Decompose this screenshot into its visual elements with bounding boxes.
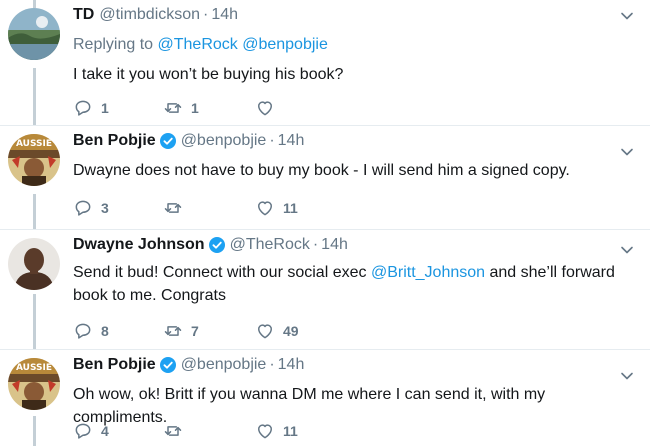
- like-button[interactable]: 11: [255, 197, 298, 219]
- like-button[interactable]: 11: [255, 420, 298, 442]
- heart-icon: [255, 321, 275, 341]
- mention-link[interactable]: @TheRock: [158, 36, 238, 53]
- svg-text:AUSSIE: AUSSIE: [16, 139, 52, 149]
- separator-dot: ·: [269, 356, 275, 373]
- reply-button[interactable]: 1: [73, 97, 109, 119]
- user-handle[interactable]: @timbdickson: [99, 6, 200, 24]
- display-name[interactable]: Dwayne Johnson: [73, 236, 205, 254]
- reply-icon: [73, 98, 93, 118]
- heart-icon: [255, 421, 275, 441]
- reply-icon: [73, 321, 93, 341]
- reply-button[interactable]: 8: [73, 320, 109, 342]
- retweet-button[interactable]: [163, 197, 191, 219]
- retweet-icon: [163, 321, 183, 341]
- verified-badge-icon: [159, 357, 176, 373]
- retweet-icon: [163, 198, 183, 218]
- timestamp[interactable]: 14h: [278, 132, 305, 150]
- conversation-thread: TD @timbdickson · 14h Replying to @TheRo…: [0, 0, 650, 446]
- separator-dot: ·: [203, 6, 209, 23]
- retweet-button[interactable]: 7: [163, 320, 199, 342]
- reply-icon: [73, 198, 93, 218]
- tweet-text-line: Dwayne does not have to buy my book - I …: [73, 162, 570, 179]
- retweet-icon: [163, 421, 183, 441]
- avatar[interactable]: [8, 8, 60, 60]
- tweet-text-line: Oh wow, ok! Britt if you wanna DM me whe…: [73, 386, 546, 426]
- reply-count: 4: [101, 423, 109, 439]
- like-button[interactable]: [255, 97, 283, 119]
- retweet-count: 7: [191, 323, 199, 339]
- avatar[interactable]: AUSSIE: [8, 358, 60, 410]
- reply-button[interactable]: 3: [73, 197, 109, 219]
- display-name[interactable]: TD: [73, 6, 94, 24]
- avatar[interactable]: [8, 238, 60, 290]
- tweet-text-segment: Send it bud! Connect with our social exe…: [73, 264, 371, 281]
- reply-button[interactable]: 4: [73, 420, 109, 442]
- reply-count: 3: [101, 200, 109, 216]
- tweet[interactable]: AUSSIE Ben Pobjie @benpobjie · 14h Dwayn…: [0, 126, 650, 230]
- chevron-down-icon[interactable]: [620, 9, 634, 23]
- tweet-text-segment: and she’ll forward: [485, 264, 615, 281]
- chevron-down-icon[interactable]: [620, 243, 634, 257]
- heart-icon: [255, 198, 275, 218]
- chevron-down-icon[interactable]: [620, 369, 634, 383]
- mention-link[interactable]: @Britt_Johnson: [371, 264, 485, 281]
- reply-icon: [73, 421, 93, 441]
- like-count: 11: [283, 423, 298, 439]
- mention-link[interactable]: @benpobjie: [242, 36, 328, 53]
- display-name[interactable]: Ben Pobjie: [73, 356, 156, 374]
- tweet-text-line: I take it you won’t be buying his book?: [73, 66, 344, 83]
- tweet-text: I take it you won’t be buying his book?: [73, 63, 633, 86]
- display-name[interactable]: Ben Pobjie: [73, 132, 156, 150]
- separator-dot: ·: [312, 236, 319, 253]
- user-handle[interactable]: @TheRock: [230, 236, 310, 254]
- svg-text:AUSSIE: AUSSIE: [16, 363, 52, 373]
- verified-badge-icon: [159, 133, 176, 149]
- like-count: 11: [283, 200, 298, 216]
- like-count: 49: [283, 323, 299, 339]
- tweet-text: Dwayne does not have to buy my book - I …: [73, 159, 633, 182]
- retweet-icon: [163, 98, 183, 118]
- retweet-button[interactable]: [163, 420, 191, 442]
- timestamp[interactable]: 14h: [211, 6, 238, 24]
- avatar[interactable]: AUSSIE: [8, 134, 60, 186]
- like-button[interactable]: 49: [255, 320, 299, 342]
- chevron-down-icon[interactable]: [620, 145, 634, 159]
- timestamp[interactable]: 14h: [321, 236, 348, 254]
- tweet-text-line: Send it bud! Connect with our social exe…: [73, 261, 633, 284]
- tweet-text-line: book to me. Congrats: [73, 287, 226, 304]
- user-handle[interactable]: @benpobjie: [181, 132, 267, 150]
- retweet-count: 1: [191, 100, 199, 116]
- replying-label: Replying to: [73, 36, 154, 53]
- replying-to: Replying to @TheRock @benpobjie: [73, 36, 328, 54]
- reply-count: 1: [101, 100, 109, 116]
- verified-badge-icon: [208, 237, 225, 253]
- tweet[interactable]: TD @timbdickson · 14h Replying to @TheRo…: [0, 0, 650, 126]
- tweet[interactable]: Dwayne Johnson @TheRock · 14h Send it bu…: [0, 230, 650, 350]
- tweet-text: Oh wow, ok! Britt if you wanna DM me whe…: [73, 383, 633, 429]
- retweet-button[interactable]: 1: [163, 97, 199, 119]
- reply-count: 8: [101, 323, 109, 339]
- tweet[interactable]: AUSSIE Ben Pobjie @benpobjie · 14h Oh wo…: [0, 350, 650, 446]
- tweet-text: Send it bud! Connect with our social exe…: [73, 261, 633, 307]
- user-handle[interactable]: @benpobjie: [181, 356, 267, 374]
- separator-dot: ·: [269, 132, 275, 149]
- heart-icon: [255, 98, 275, 118]
- timestamp[interactable]: 14h: [278, 356, 305, 374]
